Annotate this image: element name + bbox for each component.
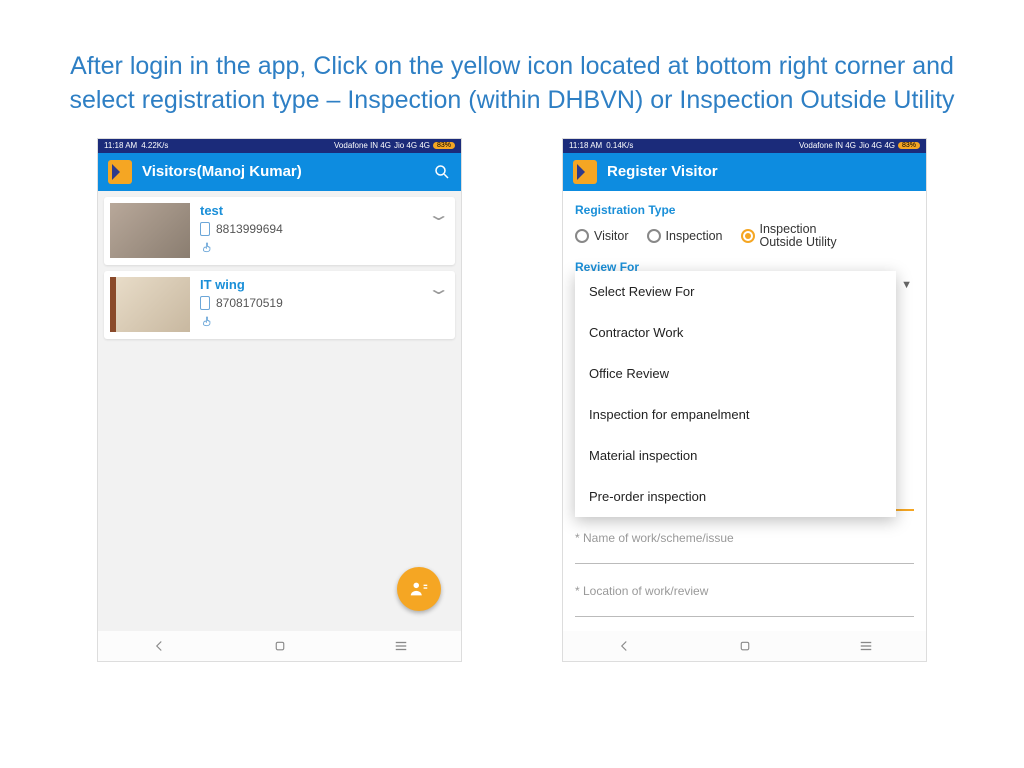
review-for-dropdown[interactable]: Select Review For Contractor Work Office… [575,271,896,517]
register-form: Registration Type Visitor Inspection Ins… [563,191,926,631]
status-speed: 4.22K/s [141,141,168,150]
status-carrier2: Jio 4G 4G [859,141,895,150]
dropdown-option[interactable]: Material inspection [575,435,896,476]
screenshot-left: 11:18 AM 4.22K/s Vodafone IN 4G Jio 4G 4… [97,138,462,662]
visitor-name: test [200,203,449,218]
location-of-work-field[interactable]: * Location of work/review [575,584,914,598]
visitor-phone: 8813999694 [216,222,283,236]
radio-inspection[interactable]: Inspection [647,229,723,243]
status-carrier1: Vodafone IN 4G [334,141,391,150]
phone-icon [200,296,210,310]
visitor-photo [110,203,190,258]
status-time: 11:18 AM [104,141,137,150]
chevron-down-icon[interactable]: ⌄ [426,205,450,225]
dropdown-option[interactable]: Inspection for empanelment [575,394,896,435]
status-carrier1: Vodafone IN 4G [799,141,856,150]
status-carrier2: Jio 4G 4G [394,141,430,150]
radio-label: Visitor [594,229,629,243]
screenshot-right: 11:18 AM 0.14K/s Vodafone IN 4G Jio 4G 4… [562,138,927,662]
name-of-work-field[interactable]: * Name of work/scheme/issue [575,531,914,545]
radio-label: Inspection Outside Utility [760,223,851,251]
input-underline [575,616,914,617]
add-visitor-fab[interactable] [397,567,441,611]
radio-inspection-outside[interactable]: Inspection Outside Utility [741,223,851,251]
status-bar: 11:18 AM 4.22K/s Vodafone IN 4G Jio 4G 4… [98,139,461,153]
app-bar: Visitors(Manoj Kumar) [98,153,461,191]
android-navbar [563,631,926,661]
visitor-list: test 8813999694 ⌄ IT wing 8708170519 ⌄ [98,191,461,631]
app-bar: Register Visitor [563,153,926,191]
hand-icon [200,240,214,254]
dropdown-option[interactable]: Office Review [575,353,896,394]
status-bar: 11:18 AM 0.14K/s Vodafone IN 4G Jio 4G 4… [563,139,926,153]
app-logo-icon [573,160,597,184]
app-title: Register Visitor [607,163,916,180]
app-logo-icon [108,160,132,184]
status-time: 11:18 AM [569,141,602,150]
status-speed: 0.14K/s [606,141,633,150]
dropdown-option[interactable]: Contractor Work [575,312,896,353]
visitor-card[interactable]: IT wing 8708170519 ⌄ [104,271,455,339]
android-navbar [98,631,461,661]
chevron-down-icon[interactable]: ⌄ [426,279,450,299]
registration-type-group: Visitor Inspection Inspection Outside Ut… [575,223,914,251]
battery-icon: 83% [898,142,920,149]
recents-button[interactable] [393,638,409,654]
hand-icon [200,314,214,328]
dropdown-chevron-icon: ▼ [901,279,912,291]
visitor-name: IT wing [200,277,449,292]
radio-visitor[interactable]: Visitor [575,229,629,243]
dropdown-option[interactable]: Select Review For [575,271,896,312]
back-button[interactable] [151,638,167,654]
recents-button[interactable] [858,638,874,654]
dropdown-option[interactable]: Pre-order inspection [575,476,896,517]
battery-icon: 83% [433,142,455,149]
visitor-photo [110,277,190,332]
visitor-card[interactable]: test 8813999694 ⌄ [104,197,455,265]
home-button[interactable] [737,638,753,654]
home-button[interactable] [272,638,288,654]
visitor-phone: 8708170519 [216,296,283,310]
back-button[interactable] [616,638,632,654]
app-title: Visitors(Manoj Kumar) [142,163,433,180]
search-icon[interactable] [433,163,451,181]
phone-icon [200,222,210,236]
radio-label: Inspection [666,229,723,243]
input-underline [575,563,914,564]
instruction-text: After login in the app, Click on the yel… [0,0,1024,138]
registration-type-label: Registration Type [575,203,914,217]
